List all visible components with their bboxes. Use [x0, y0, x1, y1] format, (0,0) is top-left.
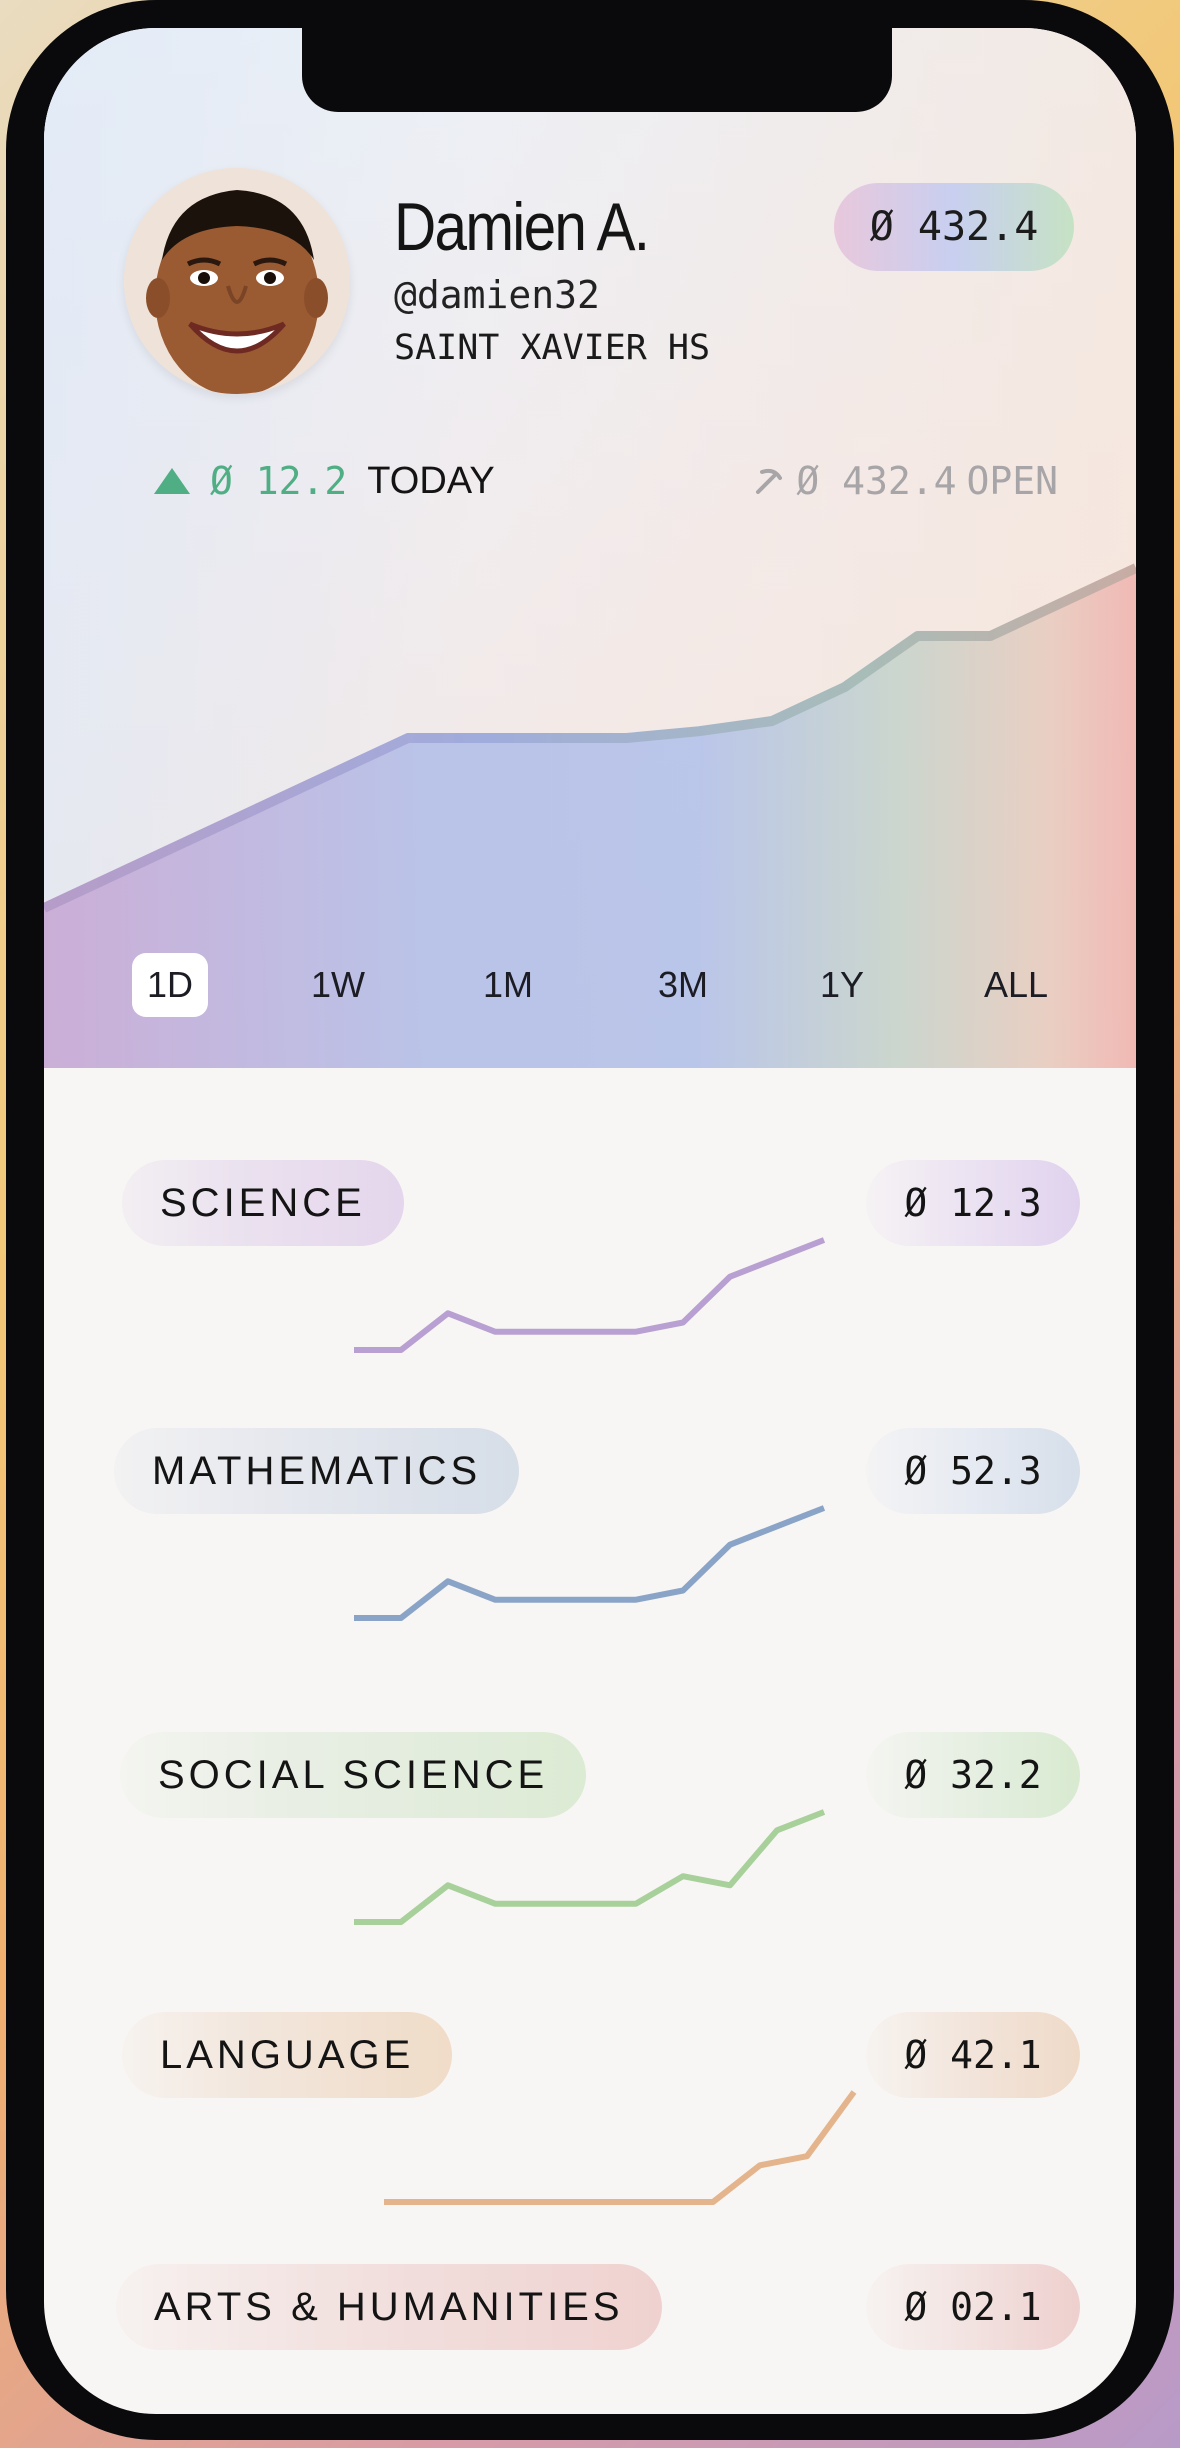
app-screen: Damien A. @damien32 SAINT XAVIER HS Ø 43…: [44, 28, 1136, 2414]
subject-sparkline: [354, 1505, 826, 1621]
tab-3m[interactable]: 3M: [640, 953, 726, 1017]
subject-label: ARTS & HUMANITIES: [116, 2264, 662, 2350]
user-school: SAINT XAVIER HS: [394, 328, 711, 368]
subject-row-mathematics[interactable]: MATHEMATICS Ø 52.3: [44, 1428, 1136, 1698]
subject-row-science[interactable]: SCIENCE Ø 12.3: [44, 1160, 1136, 1430]
phone-frame: Damien A. @damien32 SAINT XAVIER HS Ø 43…: [6, 0, 1174, 2440]
open-value-amount: Ø 432.4: [796, 459, 957, 503]
subject-value: Ø 12.3: [866, 1160, 1080, 1246]
open-value-label: OPEN: [966, 459, 1058, 503]
today-change: Ø 12.2 TODAY: [154, 453, 495, 509]
user-name: Damien A.: [394, 189, 650, 265]
pickaxe-icon: [756, 468, 783, 494]
subject-row-language[interactable]: LANGUAGE Ø 42.1: [44, 2012, 1136, 2282]
subject-value: Ø 32.2: [866, 1732, 1080, 1818]
device-notch: [302, 28, 892, 112]
open-value: Ø 432.4 OPEN: [752, 453, 1058, 509]
portfolio-header: Damien A. @damien32 SAINT XAVIER HS Ø 43…: [44, 28, 1136, 1068]
subject-row-arts-humanities[interactable]: ARTS & HUMANITIES Ø 02.1: [44, 2264, 1136, 2414]
avatar-portrait: [124, 168, 350, 394]
tab-all[interactable]: ALL: [968, 953, 1064, 1017]
tab-1m[interactable]: 1M: [470, 953, 546, 1017]
user-handle: @damien32: [394, 273, 600, 317]
today-change-value: Ø 12.2: [210, 459, 348, 503]
subject-sparkline: [384, 2090, 857, 2205]
tab-1w[interactable]: 1W: [300, 953, 376, 1017]
subject-value: Ø 42.1: [866, 2012, 1080, 2098]
balance-value: Ø 432.4: [869, 204, 1039, 250]
avatar[interactable]: [124, 168, 350, 394]
subject-sparkline: [354, 1237, 826, 1353]
subject-value: Ø 52.3: [866, 1428, 1080, 1514]
tab-1y[interactable]: 1Y: [804, 953, 880, 1017]
tab-1d[interactable]: 1D: [132, 953, 208, 1017]
up-triangle-icon: [154, 468, 190, 494]
subject-row-social-science[interactable]: SOCIAL SCIENCE Ø 32.2: [44, 1732, 1136, 2002]
subject-value: Ø 02.1: [866, 2264, 1080, 2350]
time-range-tabs: 1D 1W 1M 3M 1Y ALL: [132, 953, 1092, 1017]
balance-badge[interactable]: Ø 432.4: [834, 183, 1074, 271]
today-change-label: TODAY: [367, 459, 495, 502]
subject-sparkline: [354, 1809, 826, 1925]
